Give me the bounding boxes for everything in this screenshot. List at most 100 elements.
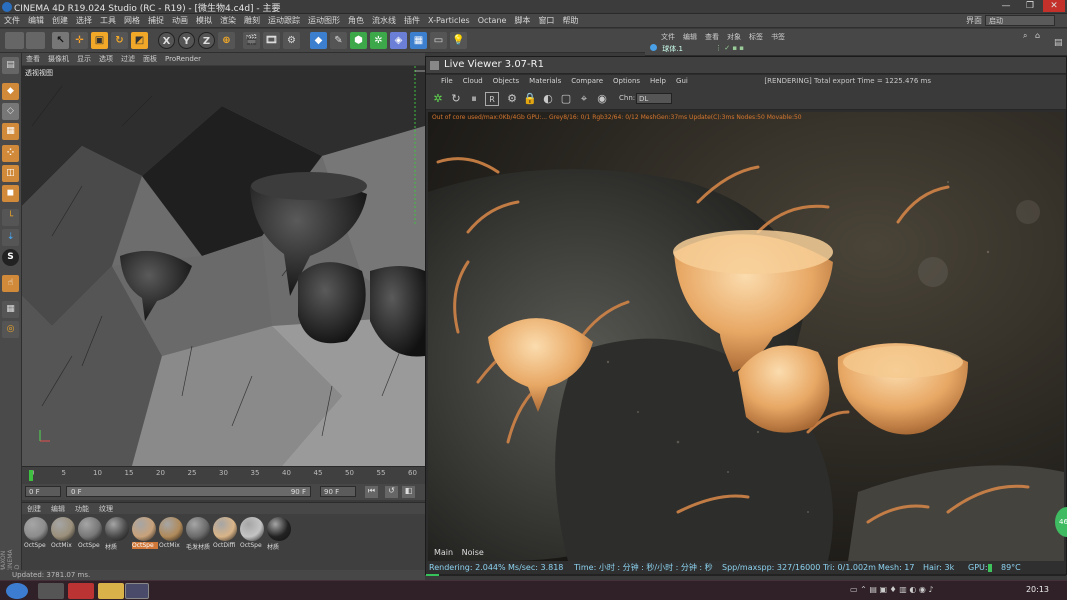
rotate-tool-icon[interactable]: ↻: [111, 32, 128, 49]
taskbar-folder-icon[interactable]: [98, 583, 124, 599]
go-to-start-icon[interactable]: ⏮: [365, 486, 378, 498]
taskbar-cinema4d-icon[interactable]: [125, 583, 149, 599]
menu-item-7[interactable]: 动画: [168, 14, 192, 28]
taskbar-app-icon[interactable]: [38, 583, 64, 599]
layout-select[interactable]: 启动: [985, 15, 1055, 26]
menu-item-6[interactable]: 捕捉: [144, 14, 168, 28]
menu-item-11[interactable]: 运动跟踪: [264, 14, 304, 28]
y-axis-lock-icon[interactable]: Y: [178, 32, 195, 49]
panel-toggle-icon[interactable]: ▤: [1054, 38, 1063, 48]
axis-mode-icon[interactable]: └: [2, 209, 19, 226]
menu-item-2[interactable]: 创建: [48, 14, 72, 28]
menu-item-1[interactable]: 编辑: [24, 14, 48, 28]
channel-select[interactable]: DL: [636, 93, 672, 104]
menu-item-9[interactable]: 渲染: [216, 14, 240, 28]
live-viewer-menu-item-7[interactable]: Gui: [671, 75, 693, 88]
objmgr-menu-item-2[interactable]: 查看: [701, 31, 723, 43]
tweak-mode-icon[interactable]: ⇣: [2, 229, 19, 246]
viewport-menu-item-2[interactable]: 显示: [73, 53, 95, 65]
pause-render-icon[interactable]: ⏸: [467, 92, 481, 106]
tab-noise[interactable]: Noise: [462, 548, 484, 557]
menu-item-19[interactable]: 窗口: [534, 14, 558, 28]
max-frame-field[interactable]: 90 F: [320, 486, 356, 497]
playhead[interactable]: [29, 470, 33, 481]
live-viewer-menu-item-2[interactable]: Objects: [488, 75, 524, 88]
render-view[interactable]: Out of core used/max:0Kb/4Gb GPU:... Gre…: [428, 112, 1064, 561]
objmgr-menu-item-5[interactable]: 书签: [767, 31, 789, 43]
x-axis-lock-icon[interactable]: X: [158, 32, 175, 49]
tray-icons[interactable]: ▭ ⌃ ▤ ▣ ♦ ▥ ◐ ◉ ♪: [850, 585, 934, 594]
viewport-menu-item-1[interactable]: 摄像机: [44, 53, 73, 65]
preview-range-slider[interactable]: 0 F 90 F: [66, 486, 311, 497]
tab-main[interactable]: Main: [434, 548, 453, 557]
lock-workplane-icon[interactable]: ▦: [2, 301, 19, 318]
redo-icon[interactable]: [26, 32, 45, 49]
move-tool-icon[interactable]: ✛: [71, 32, 88, 49]
viewport-menu-item-5[interactable]: 面板: [139, 53, 161, 65]
live-viewer-menu-item-5[interactable]: Options: [608, 75, 645, 88]
menu-item-15[interactable]: 插件: [400, 14, 424, 28]
start-frame-field[interactable]: 0 F: [25, 486, 61, 497]
play-icon[interactable]: ↺: [385, 486, 398, 498]
scale-tool-icon[interactable]: ▣: [91, 32, 108, 49]
workplane-icon[interactable]: ▦: [2, 123, 19, 140]
material-swatch[interactable]: OctSpe: [240, 517, 265, 549]
settings-gear-icon[interactable]: ⚙: [505, 92, 519, 106]
perspective-viewport[interactable]: 透视视图: [22, 66, 425, 466]
live-select-icon[interactable]: ◩: [131, 32, 148, 49]
menu-item-4[interactable]: 工具: [96, 14, 120, 28]
menu-item-14[interactable]: 流水线: [368, 14, 400, 28]
viewport-menu-item-0[interactable]: 查看: [22, 53, 44, 65]
render-picture-viewer-icon[interactable]: 🎞: [263, 32, 280, 49]
record-icon[interactable]: ◧: [402, 486, 415, 498]
menu-item-3[interactable]: 选择: [72, 14, 96, 28]
menu-item-8[interactable]: 模拟: [192, 14, 216, 28]
make-editable-icon[interactable]: ▤: [2, 57, 19, 74]
maximize-button[interactable]: ❐: [1019, 0, 1041, 12]
undo-icon[interactable]: [5, 32, 24, 49]
live-viewer-menu-item-3[interactable]: Materials: [524, 75, 566, 88]
close-button[interactable]: ✕: [1043, 0, 1065, 12]
model-mode-icon[interactable]: ◆: [2, 83, 19, 100]
menu-item-13[interactable]: 角色: [344, 14, 368, 28]
material-swatch[interactable]: 材质: [267, 517, 292, 551]
select-tool-icon[interactable]: ↖: [52, 32, 69, 49]
deformer-icon[interactable]: ◈: [390, 32, 407, 49]
cloner-icon[interactable]: ✲: [370, 32, 387, 49]
menu-item-17[interactable]: Octane: [474, 14, 511, 28]
octane-gear-icon[interactable]: ✲: [431, 92, 445, 106]
visibility-dots[interactable]: ⋮ ✓ ▪ ▪: [715, 44, 744, 52]
material-swatch[interactable]: 材质: [105, 517, 130, 551]
objmgr-menu-item-0[interactable]: 文件: [657, 31, 679, 43]
material-swatch[interactable]: OctMix: [51, 517, 76, 549]
menu-item-10[interactable]: 雕刻: [240, 14, 264, 28]
polygons-mode-icon[interactable]: ◼: [2, 185, 19, 202]
material-swatch[interactable]: 毛发材质: [186, 517, 211, 551]
search-icon[interactable]: ⌕: [1023, 31, 1027, 41]
light-icon[interactable]: 💡: [450, 32, 467, 49]
menu-item-12[interactable]: 运动图形: [304, 14, 344, 28]
menu-item-16[interactable]: X-Particles: [424, 14, 474, 28]
material-swatch[interactable]: OctSpe: [24, 517, 49, 549]
live-viewer-menu-item-6[interactable]: Help: [645, 75, 671, 88]
material-preview-icon[interactable]: ◐: [541, 92, 555, 106]
start-button[interactable]: [6, 583, 28, 599]
material-swatch[interactable]: OctSpe: [132, 517, 158, 549]
region-render-icon[interactable]: R: [485, 92, 499, 106]
objmgr-menu-item-4[interactable]: 标签: [745, 31, 767, 43]
material-swatch[interactable]: OctDiffi: [213, 517, 238, 549]
home-icon[interactable]: ⌂: [1035, 31, 1040, 40]
timeline-ruler[interactable]: 051015202530354045505560: [22, 466, 425, 484]
subdivision-icon[interactable]: ⬢: [350, 32, 367, 49]
objmgr-menu-item-1[interactable]: 编辑: [679, 31, 701, 43]
pick-white-balance-icon[interactable]: ◉: [595, 92, 609, 106]
live-viewer-menu-item-0[interactable]: File: [436, 75, 458, 88]
taskbar-browser-icon[interactable]: [68, 583, 94, 599]
texture-mode-icon[interactable]: ◇: [2, 103, 19, 120]
soft-selection-icon[interactable]: ☝: [2, 275, 19, 292]
edges-mode-icon[interactable]: ◫: [2, 165, 19, 182]
live-viewer-menu-item-1[interactable]: Cloud: [458, 75, 488, 88]
render-settings-icon[interactable]: ⚙: [283, 32, 300, 49]
clay-mode-icon[interactable]: ▢: [559, 92, 573, 106]
live-viewer-menu-item-4[interactable]: Compare: [566, 75, 608, 88]
